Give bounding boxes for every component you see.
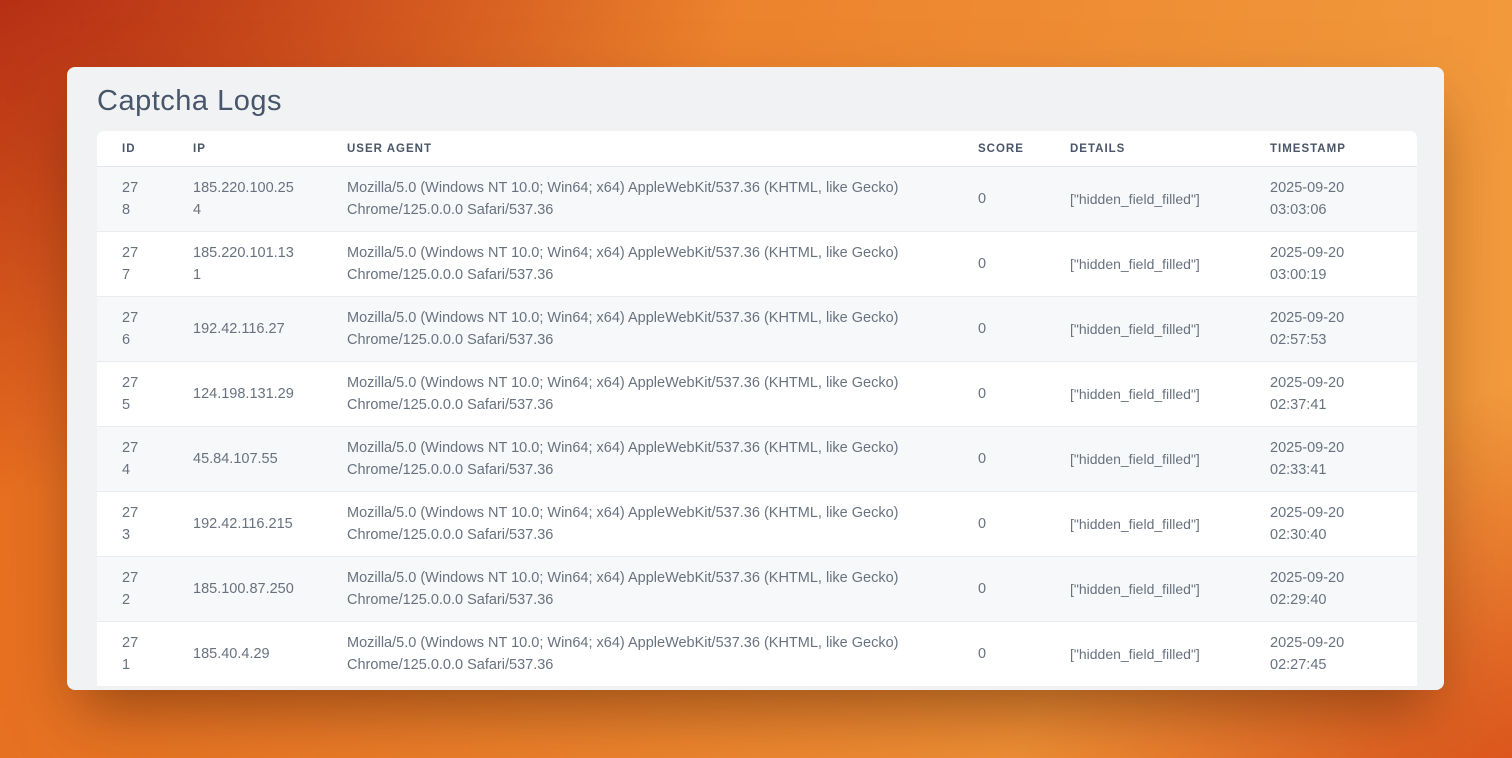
cell-id: 271 — [97, 622, 168, 687]
page-title: Captcha Logs — [97, 85, 1417, 117]
cell-details: ["hidden_field_filled"] — [1045, 557, 1245, 622]
cell-user-agent: Mozilla/5.0 (Windows NT 10.0; Win64; x64… — [322, 362, 953, 427]
cell-details: ["hidden_field_filled"] — [1045, 492, 1245, 557]
cell-details: ["hidden_field_filled"] — [1045, 167, 1245, 232]
table-row: 276 192.42.116.27 Mozilla/5.0 (Windows N… — [97, 297, 1417, 362]
cell-score: 0 — [953, 492, 1045, 557]
cell-score: 0 — [953, 557, 1045, 622]
cell-details: ["hidden_field_filled"] — [1045, 362, 1245, 427]
cell-ip: 192.42.116.27 — [168, 297, 322, 362]
logs-table-container: ID IP USER AGENT SCORE DETAILS TIMESTAMP… — [97, 131, 1417, 686]
cell-id: 274 — [97, 427, 168, 492]
table-row: 271 185.40.4.29 Mozilla/5.0 (Windows NT … — [97, 622, 1417, 687]
table-row: 277 185.220.101.131 Mozilla/5.0 (Windows… — [97, 232, 1417, 297]
cell-score: 0 — [953, 167, 1045, 232]
table-row: 273 192.42.116.215 Mozilla/5.0 (Windows … — [97, 492, 1417, 557]
cell-score: 0 — [953, 362, 1045, 427]
cell-id: 278 — [97, 167, 168, 232]
column-header-id: ID — [97, 131, 168, 167]
cell-id: 276 — [97, 297, 168, 362]
cell-timestamp: 2025-09-20 02:29:40 — [1245, 557, 1417, 622]
cell-timestamp: 2025-09-20 02:37:41 — [1245, 362, 1417, 427]
cell-id: 275 — [97, 362, 168, 427]
table-row: 272 185.100.87.250 Mozilla/5.0 (Windows … — [97, 557, 1417, 622]
column-header-ip: IP — [168, 131, 322, 167]
cell-timestamp: 2025-09-20 02:27:45 — [1245, 622, 1417, 687]
cell-ip: 124.198.131.29 — [168, 362, 322, 427]
cell-user-agent: Mozilla/5.0 (Windows NT 10.0; Win64; x64… — [322, 557, 953, 622]
cell-ip: 45.84.107.55 — [168, 427, 322, 492]
cell-id: 273 — [97, 492, 168, 557]
cell-id: 277 — [97, 232, 168, 297]
cell-score: 0 — [953, 232, 1045, 297]
cell-timestamp: 2025-09-20 02:57:53 — [1245, 297, 1417, 362]
cell-ip: 192.42.116.215 — [168, 492, 322, 557]
cell-user-agent: Mozilla/5.0 (Windows NT 10.0; Win64; x64… — [322, 492, 953, 557]
cell-details: ["hidden_field_filled"] — [1045, 427, 1245, 492]
cell-details: ["hidden_field_filled"] — [1045, 232, 1245, 297]
table-row: 278 185.220.100.254 Mozilla/5.0 (Windows… — [97, 167, 1417, 232]
cell-ip: 185.220.101.131 — [168, 232, 322, 297]
cell-timestamp: 2025-09-20 03:00:19 — [1245, 232, 1417, 297]
cell-timestamp: 2025-09-20 02:30:40 — [1245, 492, 1417, 557]
table-row: 274 45.84.107.55 Mozilla/5.0 (Windows NT… — [97, 427, 1417, 492]
table-row: 275 124.198.131.29 Mozilla/5.0 (Windows … — [97, 362, 1417, 427]
captcha-logs-card: Captcha Logs ID IP USER AGENT SCORE DETA… — [67, 67, 1444, 690]
cell-user-agent: Mozilla/5.0 (Windows NT 10.0; Win64; x64… — [322, 622, 953, 687]
cell-user-agent: Mozilla/5.0 (Windows NT 10.0; Win64; x64… — [322, 167, 953, 232]
column-header-user-agent: USER AGENT — [322, 131, 953, 167]
cell-ip: 185.220.100.254 — [168, 167, 322, 232]
cell-score: 0 — [953, 297, 1045, 362]
cell-timestamp: 2025-09-20 03:03:06 — [1245, 167, 1417, 232]
cell-user-agent: Mozilla/5.0 (Windows NT 10.0; Win64; x64… — [322, 297, 953, 362]
cell-ip: 185.40.4.29 — [168, 622, 322, 687]
cell-timestamp: 2025-09-20 02:33:41 — [1245, 427, 1417, 492]
logs-table: ID IP USER AGENT SCORE DETAILS TIMESTAMP… — [97, 131, 1417, 686]
cell-details: ["hidden_field_filled"] — [1045, 622, 1245, 687]
page-background: { "page": { "title": "Captcha Logs" }, "… — [0, 0, 1512, 758]
column-header-score: SCORE — [953, 131, 1045, 167]
table-header-row: ID IP USER AGENT SCORE DETAILS TIMESTAMP — [97, 131, 1417, 167]
cell-ip: 185.100.87.250 — [168, 557, 322, 622]
column-header-details: DETAILS — [1045, 131, 1245, 167]
cell-score: 0 — [953, 622, 1045, 687]
cell-details: ["hidden_field_filled"] — [1045, 297, 1245, 362]
cell-user-agent: Mozilla/5.0 (Windows NT 10.0; Win64; x64… — [322, 232, 953, 297]
column-header-timestamp: TIMESTAMP — [1245, 131, 1417, 167]
cell-score: 0 — [953, 427, 1045, 492]
cell-id: 272 — [97, 557, 168, 622]
cell-user-agent: Mozilla/5.0 (Windows NT 10.0; Win64; x64… — [322, 427, 953, 492]
